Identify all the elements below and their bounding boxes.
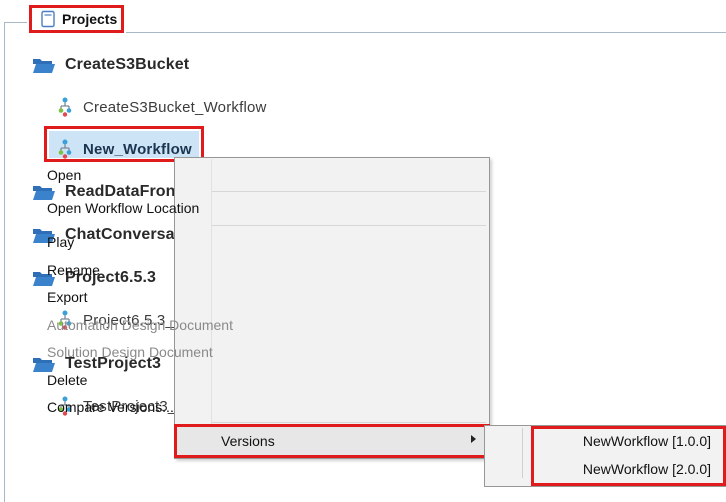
menu-separator (212, 191, 486, 192)
folder-icon (33, 59, 55, 73)
project-name: ChatConversa (65, 226, 175, 243)
tab-label: Projects (62, 11, 118, 27)
projects-tab-icon (41, 10, 55, 28)
menu-item-rename[interactable]: Rename (47, 262, 100, 278)
folder-icon (33, 186, 55, 200)
workflow-icon (58, 97, 72, 117)
menu-separator (212, 225, 486, 226)
tab-projects[interactable]: Projects (29, 5, 124, 33)
context-menu (174, 157, 490, 459)
menu-item-compare-versions[interactable]: Compare Versions... (47, 399, 174, 415)
tree-item-project-creates3bucket[interactable]: CreateS3Bucket (32, 56, 189, 74)
menu-item-export[interactable]: Export (47, 289, 87, 305)
workflow-name: CreateS3Bucket_Workflow (83, 98, 267, 116)
menu-gutter (211, 159, 212, 457)
menu-item-play[interactable]: Play (47, 234, 74, 250)
tree-item-project-readdata[interactable]: ReadDataFron (32, 183, 176, 201)
submenu-item-version-1-0-0[interactable]: NewWorkflow [1.0.0] (583, 433, 711, 449)
workflow-icon (58, 139, 72, 159)
submenu-item-version-2-0-0[interactable]: NewWorkflow [2.0.0] (583, 461, 711, 477)
menu-item-open[interactable]: Open (47, 167, 81, 183)
tree-item-workflow[interactable]: CreateS3Bucket_Workflow (58, 97, 267, 117)
menu-item-versions-label: Versions (221, 433, 275, 449)
project-name: CreateS3Bucket (65, 56, 190, 73)
menu-item-solution-design-document[interactable]: Solution Design Document (47, 344, 213, 360)
menu-item-delete[interactable]: Delete (47, 372, 87, 388)
menu-separator (212, 422, 486, 423)
menu-item-open-workflow-location[interactable]: Open Workflow Location (47, 200, 199, 216)
workflow-name: New_Workflow (83, 140, 192, 158)
menu-item-automation-design-document[interactable]: Automation Design Document (47, 317, 233, 333)
submenu-gutter (522, 428, 523, 478)
tab-bar: Projects (0, 0, 726, 37)
project-name: ReadDataFron (65, 183, 176, 200)
tab-border-right (126, 32, 726, 33)
tree-item-workflow-selected[interactable]: New_Workflow (58, 139, 192, 159)
chevron-right-icon (471, 435, 476, 443)
tab-border-left (4, 22, 27, 37)
